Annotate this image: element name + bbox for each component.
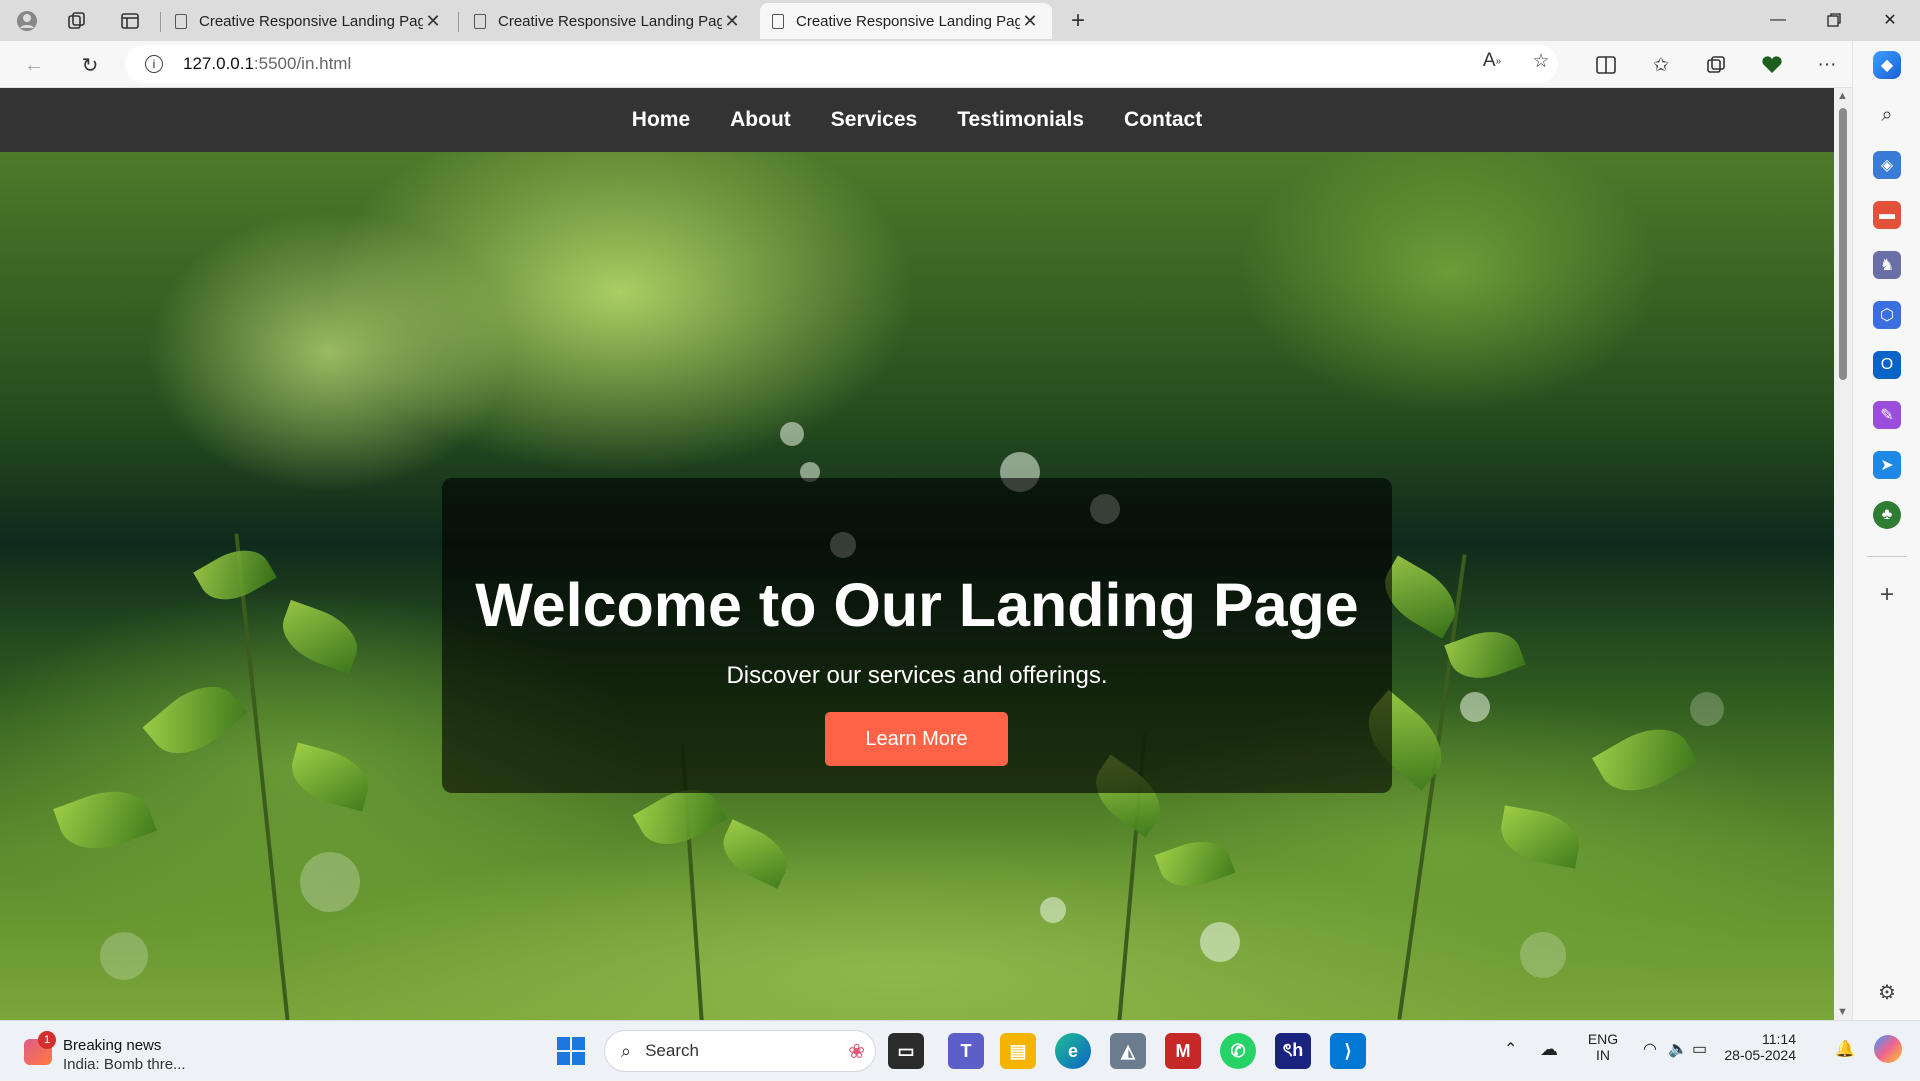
mcafee-icon[interactable]: M: [1165, 1033, 1201, 1069]
profile-icon[interactable]: [12, 6, 42, 36]
settings-gear-icon[interactable]: ⚙: [1873, 978, 1901, 1006]
back-icon[interactable]: ←: [18, 50, 50, 80]
close-window-icon[interactable]: ✕: [1862, 0, 1918, 40]
task-view-icon[interactable]: ▭: [888, 1033, 924, 1069]
hindi-app-icon[interactable]: ৎh: [1275, 1033, 1311, 1069]
nav-home[interactable]: Home: [632, 108, 690, 132]
tab-title: Creative Responsive Landing Pag: [199, 12, 423, 30]
more-menu-icon[interactable]: ···: [1811, 50, 1843, 80]
taskbar-search[interactable]: ⌕ Search ❀: [604, 1030, 876, 1072]
nav-contact[interactable]: Contact: [1124, 108, 1202, 132]
browser-tab-3[interactable]: Creative Responsive Landing Pag ✕: [760, 3, 1052, 39]
tab-title: Creative Responsive Landing Pag: [796, 12, 1020, 30]
clock[interactable]: 11:14 28-05-2024: [1722, 1031, 1796, 1063]
start-windows-icon[interactable]: [553, 1033, 589, 1069]
edge-sidebar: ◆ ⌕ ◈ ▬ ♞ ⬡ O ✎ ➤ ♣ + ⚙: [1852, 41, 1920, 1020]
microsoft-365-icon[interactable]: ⬡: [1873, 301, 1901, 329]
copilot-icon[interactable]: ◆: [1873, 51, 1901, 79]
close-tab-icon[interactable]: ✕: [1020, 11, 1040, 32]
notification-bell-icon[interactable]: 🔔: [1835, 1039, 1855, 1059]
nav-services[interactable]: Services: [831, 108, 917, 132]
lang-line-1: ENG: [1587, 1031, 1619, 1047]
teams-icon[interactable]: T: [948, 1033, 984, 1069]
notification-badge: 1: [38, 1031, 56, 1049]
scrollbar-thumb[interactable]: [1839, 108, 1847, 380]
language-indicator[interactable]: ENG IN: [1583, 1031, 1623, 1063]
document-icon: [175, 13, 187, 29]
outlook-icon[interactable]: O: [1873, 351, 1901, 379]
browser-essentials-icon[interactable]: [1756, 50, 1788, 80]
lang-line-2: IN: [1596, 1047, 1610, 1063]
address-bar[interactable]: i 127.0.0.1:5500/in.html: [125, 45, 1558, 83]
whatsapp-icon[interactable]: ✆: [1220, 1033, 1256, 1069]
search-icon: ⌕: [621, 1040, 632, 1061]
tab-actions-icon[interactable]: [115, 6, 145, 36]
news-widget[interactable]: 1 Breaking news India: Bomb thre...: [20, 1029, 200, 1073]
new-tab-icon[interactable]: +: [1063, 6, 1093, 36]
collections-icon[interactable]: [1700, 50, 1732, 80]
windows-taskbar: 1 Breaking news India: Bomb thre... ⌕ Se…: [0, 1020, 1920, 1080]
url-path: :5500/in.html: [253, 54, 352, 73]
news-headline: India: Bomb thre...: [63, 1056, 186, 1073]
close-tab-icon[interactable]: ✕: [423, 11, 443, 32]
hero-subtitle: Discover our services and offerings.: [726, 662, 1108, 689]
tools-icon[interactable]: ▬: [1873, 201, 1901, 229]
system-tray: ⌃ ☁ ENG IN ◠ 🔈 ▭ 11:14 28-05-2024 🔔: [1500, 1021, 1920, 1081]
workspaces-icon[interactable]: [62, 6, 92, 36]
browser-tab-strip: Creative Responsive Landing Pag ✕ Creati…: [0, 0, 1920, 41]
battery-icon[interactable]: ▭: [1692, 1039, 1707, 1059]
vscode-icon[interactable]: ⟩: [1330, 1033, 1366, 1069]
nav-testimonials[interactable]: Testimonials: [957, 108, 1084, 132]
shopping-tag-icon[interactable]: ◈: [1873, 151, 1901, 179]
clock-time: 11:14: [1762, 1031, 1796, 1047]
close-tab-icon[interactable]: ✕: [722, 11, 742, 32]
tree-icon[interactable]: ♣: [1873, 501, 1901, 529]
search-icon[interactable]: ⌕: [1873, 101, 1901, 129]
page-viewport: Home About Services Testimonials Contact: [0, 88, 1834, 1020]
hero-background-image: Welcome to Our Landing Page Discover our…: [0, 152, 1834, 1020]
scroll-up-arrow-icon[interactable]: ▲: [1837, 90, 1848, 102]
split-screen-icon[interactable]: [1590, 50, 1622, 80]
clock-date: 28-05-2024: [1724, 1047, 1796, 1063]
show-hidden-icons-chevron-icon[interactable]: ⌃: [1504, 1039, 1517, 1059]
document-icon: [474, 13, 486, 29]
favorites-icon[interactable]: ✩: [1645, 50, 1677, 80]
designer-icon[interactable]: ✎: [1873, 401, 1901, 429]
nav-about[interactable]: About: [730, 108, 791, 132]
copilot-taskbar-icon[interactable]: [1874, 1035, 1902, 1063]
tab-title: Creative Responsive Landing Pag: [498, 12, 722, 30]
page-scrollbar[interactable]: ▲ ▼: [1834, 88, 1852, 1020]
file-explorer-icon[interactable]: ▤: [1000, 1033, 1036, 1069]
minimize-icon[interactable]: —: [1750, 0, 1806, 40]
volume-icon[interactable]: 🔈: [1668, 1039, 1688, 1059]
search-highlight-icon: ❀: [848, 1040, 865, 1063]
document-icon: [772, 13, 784, 29]
refresh-icon[interactable]: ↻: [74, 50, 106, 80]
scroll-down-arrow-icon[interactable]: ▼: [1837, 1006, 1848, 1018]
games-icon[interactable]: ♞: [1873, 251, 1901, 279]
send-icon[interactable]: ➤: [1873, 451, 1901, 479]
app-shield-icon[interactable]: ◭: [1110, 1033, 1146, 1069]
news-title: Breaking news: [63, 1037, 162, 1054]
url-host: 127.0.0.1: [183, 54, 254, 73]
add-sidebar-app-icon[interactable]: +: [1873, 581, 1901, 609]
favorite-star-icon[interactable]: ☆: [1525, 46, 1557, 76]
edge-browser-icon[interactable]: e: [1055, 1033, 1091, 1069]
restore-icon[interactable]: [1806, 0, 1862, 40]
browser-tab-2[interactable]: Creative Responsive Landing Pag ✕: [462, 3, 754, 39]
search-label: Search: [645, 1041, 699, 1060]
wifi-icon[interactable]: ◠: [1643, 1039, 1657, 1059]
browser-toolbar: ← ↻ i 127.0.0.1:5500/in.html A» ☆ ✩ ···: [0, 41, 1920, 88]
hero-overlay-card: Welcome to Our Landing Page Discover our…: [442, 478, 1392, 793]
browser-tab-1[interactable]: Creative Responsive Landing Pag ✕: [163, 3, 455, 39]
read-aloud-icon[interactable]: A»: [1476, 46, 1508, 76]
onedrive-cloud-icon[interactable]: ☁: [1540, 1039, 1558, 1060]
site-navbar: Home About Services Testimonials Contact: [0, 88, 1834, 152]
hero-title: Welcome to Our Landing Page: [475, 571, 1359, 639]
site-info-icon[interactable]: i: [145, 55, 163, 73]
learn-more-button[interactable]: Learn More: [825, 712, 1008, 766]
